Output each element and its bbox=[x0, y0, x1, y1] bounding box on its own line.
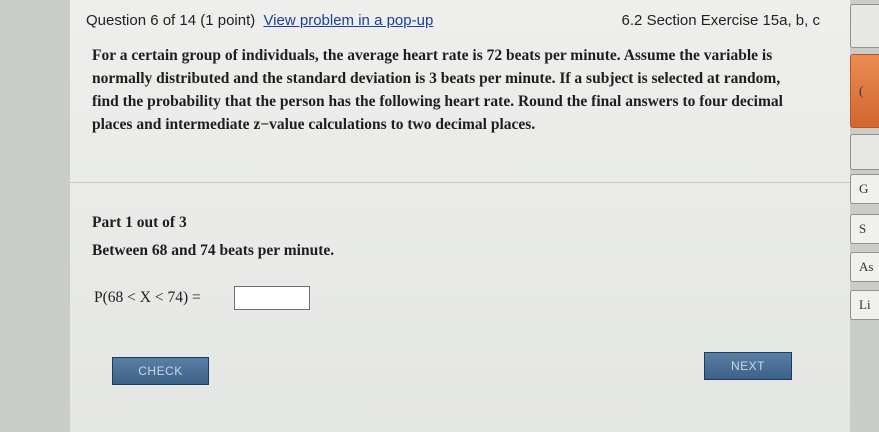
answer-input[interactable] bbox=[234, 286, 310, 310]
sidebar-tab-1[interactable] bbox=[850, 4, 879, 48]
sidebar-tab-3[interactable] bbox=[850, 134, 879, 170]
sidebar-tab-2[interactable]: ( bbox=[850, 54, 879, 128]
part-question: Between 68 and 74 beats per minute. bbox=[92, 242, 335, 259]
section-label: 6.2 Section Exercise 15a, b, c bbox=[621, 12, 820, 29]
sidebar-tab-g[interactable]: G bbox=[850, 174, 879, 204]
question-panel: Question 6 of 14 (1 point) View problem … bbox=[70, 0, 850, 432]
sidebar-tab-as[interactable]: As bbox=[850, 252, 879, 282]
problem-text: For a certain group of individuals, the … bbox=[92, 47, 783, 133]
sidebar-tab-s[interactable]: S bbox=[850, 214, 879, 244]
question-header: Question 6 of 14 (1 point) View problem … bbox=[86, 12, 840, 36]
divider bbox=[70, 182, 850, 183]
popup-link[interactable]: View problem in a pop-up bbox=[263, 12, 433, 29]
question-number: Question 6 of 14 (1 point) View problem … bbox=[86, 12, 433, 29]
question-number-text: Question 6 of 14 (1 point) bbox=[86, 12, 256, 29]
part-label: Part 1 out of 3 bbox=[92, 214, 187, 231]
probability-formula: P(68 < X < 74) = bbox=[94, 289, 201, 306]
sidebar-tab-li[interactable]: Li bbox=[850, 290, 879, 320]
next-button[interactable]: NEXT bbox=[704, 352, 792, 380]
check-button[interactable]: CHECK bbox=[112, 357, 209, 385]
